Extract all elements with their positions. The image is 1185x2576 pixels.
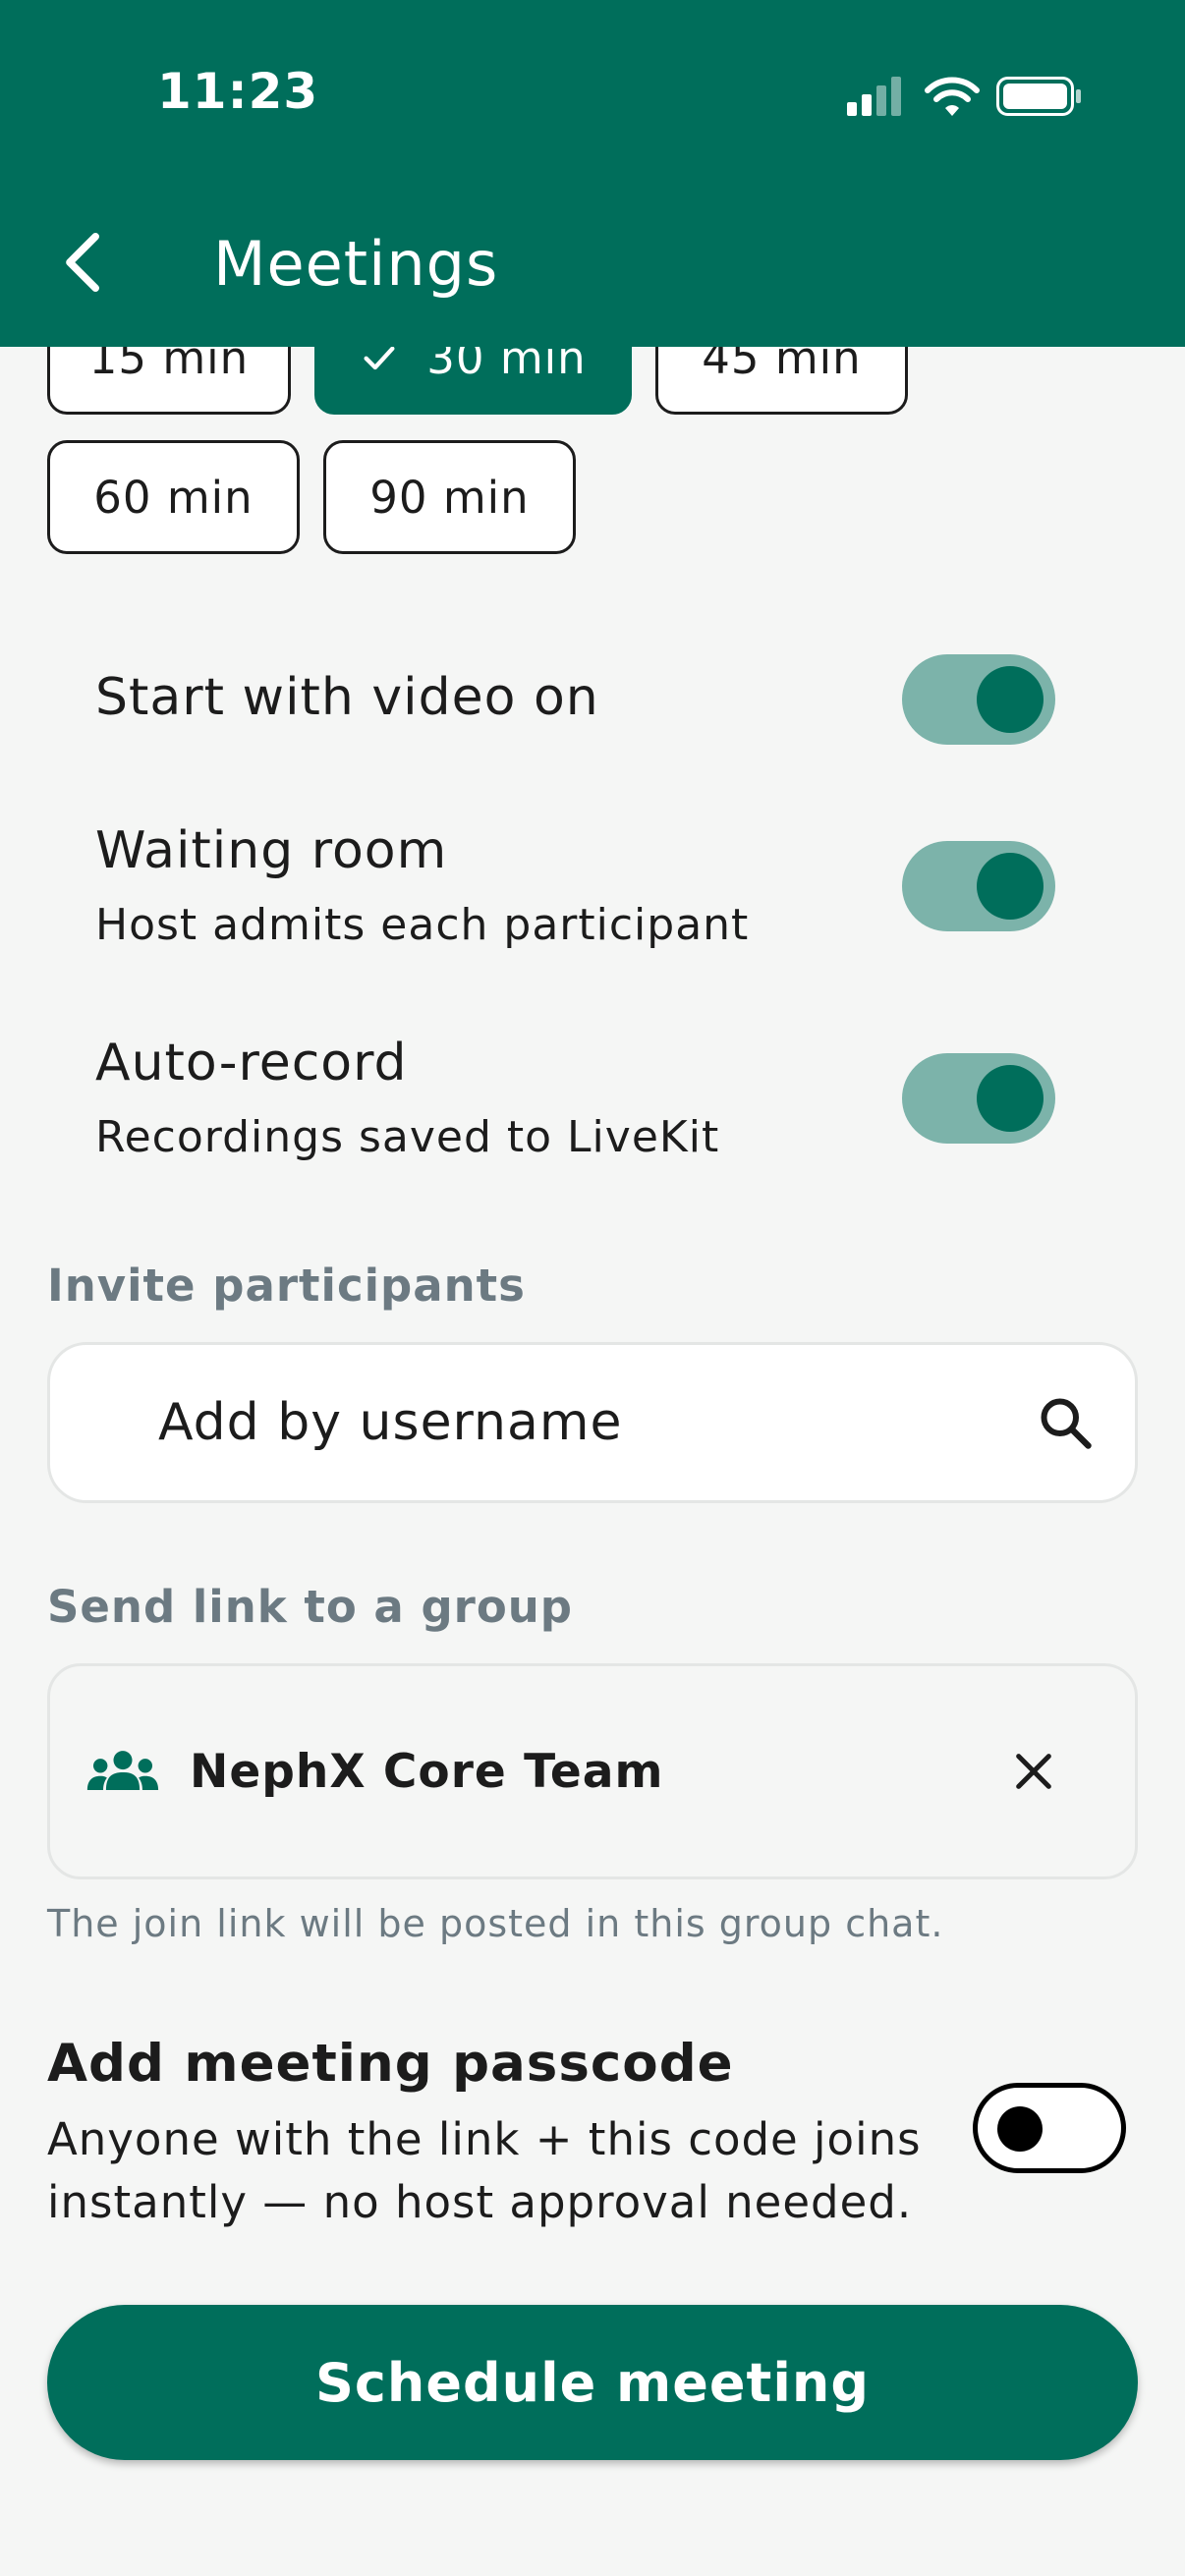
- invite-search-box: [47, 1342, 1138, 1503]
- close-icon[interactable]: [1011, 1749, 1056, 1794]
- duration-chip-label: 60 min: [93, 471, 254, 524]
- toggle-knob: [977, 666, 1044, 733]
- back-icon[interactable]: [51, 228, 120, 297]
- battery-icon: [996, 77, 1081, 116]
- toggle-knob: [977, 1065, 1044, 1132]
- video-on-toggle[interactable]: [902, 654, 1055, 745]
- toggle-knob: [997, 2106, 1043, 2152]
- page-title: Meetings: [213, 228, 499, 300]
- passcode-toggle[interactable]: [973, 2083, 1126, 2173]
- passcode-title: Add meeting passcode: [47, 2034, 734, 2094]
- toggle-knob: [977, 853, 1044, 920]
- setting-title: Waiting room: [95, 821, 448, 880]
- invite-section-label: Invite participants: [47, 1260, 526, 1312]
- auto-record-toggle[interactable]: [902, 1053, 1055, 1144]
- selected-group-card[interactable]: NephX Core Team: [47, 1663, 1138, 1879]
- duration-chip-90[interactable]: 90 min: [323, 440, 576, 554]
- status-icons: [847, 77, 1081, 116]
- app-bar: 11:23 Meetings: [0, 0, 1185, 347]
- search-icon[interactable]: [1037, 1394, 1096, 1453]
- username-search-input[interactable]: [158, 1345, 964, 1500]
- passcode-description: Anyone with the link + this code joins i…: [47, 2113, 922, 2228]
- waiting-room-toggle[interactable]: [902, 841, 1055, 931]
- setting-title: Start with video on: [95, 668, 599, 727]
- schedule-meeting-button[interactable]: Schedule meeting: [47, 2305, 1138, 2460]
- status-time: 11:23: [157, 63, 319, 120]
- wifi-icon: [925, 77, 980, 116]
- group-icon: [86, 1751, 159, 1790]
- group-section-label: Send link to a group: [47, 1581, 574, 1633]
- group-name: NephX Core Team: [190, 1745, 664, 1799]
- duration-chip-60[interactable]: 60 min: [47, 440, 300, 554]
- setting-subtitle: Recordings saved to LiveKit: [95, 1112, 720, 1162]
- signal-icon: [847, 77, 901, 116]
- setting-title: Auto-record: [95, 1034, 408, 1092]
- setting-subtitle: Host admits each participant: [95, 900, 750, 950]
- group-hint-text: The join link will be posted in this gro…: [47, 1902, 944, 1945]
- duration-chip-label: 90 min: [369, 471, 530, 524]
